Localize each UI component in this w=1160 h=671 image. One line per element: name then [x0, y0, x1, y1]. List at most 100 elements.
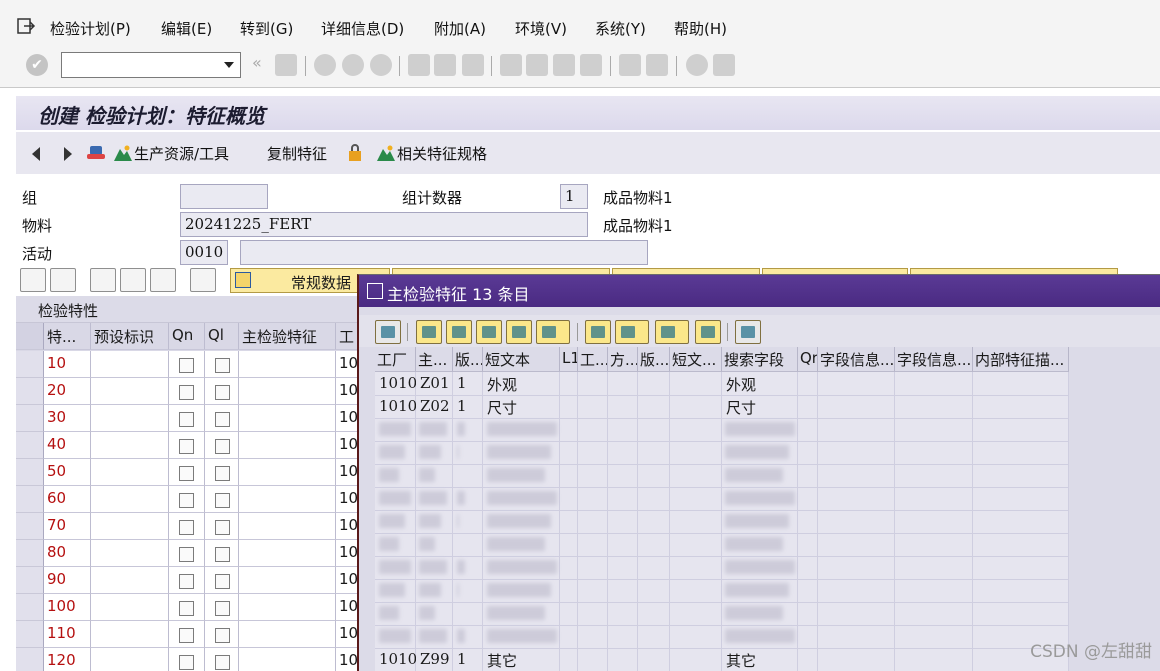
group-counter-field[interactable]: 1	[560, 184, 588, 209]
popup-col-header[interactable]: Qr	[798, 347, 818, 372]
popup-col-header[interactable]: 版...	[638, 347, 670, 372]
cancel-icon[interactable]	[370, 54, 392, 76]
group-field[interactable]	[180, 184, 268, 209]
table-row[interactable]: 10 10	[16, 351, 360, 378]
checkbox[interactable]	[179, 466, 194, 481]
mic-cell[interactable]	[239, 351, 336, 378]
menu-help[interactable]: 帮助(H)	[674, 18, 727, 39]
row-selector[interactable]	[16, 540, 44, 567]
ql-checkbox-cell[interactable]	[205, 540, 239, 567]
popup-col-header[interactable]: 工厂	[375, 347, 416, 372]
table-row[interactable]: 50 10	[16, 459, 360, 486]
chevron-down-icon[interactable]	[224, 62, 234, 68]
qn-checkbox-cell[interactable]	[169, 432, 205, 459]
popup-col-header[interactable]: 字段信息...	[895, 347, 973, 372]
popup-cell-ver[interactable]: 1	[455, 373, 483, 396]
shortcut-icon[interactable]	[646, 54, 668, 76]
ql-checkbox-cell[interactable]	[205, 459, 239, 486]
checkbox[interactable]	[179, 439, 194, 454]
popup-col-header[interactable]: 方...	[608, 347, 638, 372]
char-no-cell[interactable]: 60	[44, 486, 91, 513]
checkbox[interactable]	[179, 493, 194, 508]
col-header-char-no[interactable]: 特...	[44, 323, 91, 350]
related-spec-button[interactable]: 相关特征规格	[377, 143, 487, 164]
next-page-icon[interactable]	[553, 54, 575, 76]
filter-icon[interactable]	[536, 320, 570, 344]
popup-cell-search[interactable]: 其它	[724, 649, 798, 671]
row-selector[interactable]	[16, 513, 44, 540]
col-header-qn[interactable]: Qn	[169, 323, 205, 350]
table-row[interactable]: 90 10	[16, 567, 360, 594]
preset-cell[interactable]	[91, 648, 169, 671]
menu-inspection-plan[interactable]: 检验计划(P)	[50, 18, 131, 39]
checkbox[interactable]	[179, 547, 194, 562]
row-selector[interactable]	[16, 432, 44, 459]
exit-icon[interactable]	[342, 54, 364, 76]
print-icon[interactable]	[408, 54, 430, 76]
checkbox[interactable]	[215, 466, 230, 481]
popup-col-header[interactable]: 版...	[453, 347, 483, 372]
next-arrow-icon[interactable]	[64, 147, 72, 161]
checkbox[interactable]	[179, 358, 194, 373]
qn-checkbox-cell[interactable]	[169, 513, 205, 540]
table-row[interactable]: 100 10	[16, 594, 360, 621]
table-row[interactable]: 120 10	[16, 648, 360, 671]
details-icon[interactable]	[20, 268, 46, 292]
qn-checkbox-cell[interactable]	[169, 540, 205, 567]
menu-details[interactable]: 详细信息(D)	[321, 18, 404, 39]
previous-page-icon[interactable]	[526, 54, 548, 76]
popup-cell-ver[interactable]: 1	[455, 649, 483, 671]
ql-checkbox-cell[interactable]	[205, 621, 239, 648]
popup-col-header[interactable]: 搜索字段	[722, 347, 798, 372]
preset-cell[interactable]	[91, 567, 169, 594]
copy-characteristic-button[interactable]: 复制特征	[267, 143, 327, 164]
mic-cell[interactable]	[239, 486, 336, 513]
material-field[interactable]: 20241225_FERT	[180, 212, 588, 237]
char-no-cell[interactable]: 10	[44, 351, 91, 378]
qn-checkbox-cell[interactable]	[169, 648, 205, 671]
menu-goto[interactable]: 转到(G)	[240, 18, 293, 39]
spec-lock-icon[interactable]	[346, 144, 366, 162]
row-selector[interactable]	[16, 594, 44, 621]
copy-row-icon[interactable]	[150, 268, 176, 292]
print-preview-icon[interactable]	[585, 320, 611, 344]
production-resources-button[interactable]: 生产资源/工具	[114, 143, 229, 164]
preset-cell[interactable]	[91, 540, 169, 567]
ql-checkbox-cell[interactable]	[205, 594, 239, 621]
popup-cell-short[interactable]: 尺寸	[485, 396, 560, 419]
popup-col-header[interactable]: 内部特征描...	[973, 347, 1069, 372]
preset-cell[interactable]	[91, 432, 169, 459]
preset-cell[interactable]	[91, 351, 169, 378]
qn-checkbox-cell[interactable]	[169, 378, 205, 405]
qn-checkbox-cell[interactable]	[169, 594, 205, 621]
enter-check-icon[interactable]: ✔	[26, 54, 48, 76]
mic-cell[interactable]	[239, 378, 336, 405]
char-no-cell[interactable]: 30	[44, 405, 91, 432]
table-row[interactable]: 80 10	[16, 540, 360, 567]
row-selector[interactable]	[16, 405, 44, 432]
export-icon[interactable]	[655, 320, 689, 344]
help-icon[interactable]	[686, 54, 708, 76]
back-icon[interactable]	[314, 54, 336, 76]
find-next-icon[interactable]	[462, 54, 484, 76]
previous-arrow-icon[interactable]	[32, 147, 40, 161]
checkbox[interactable]	[179, 655, 194, 670]
table-row[interactable]: 70 10	[16, 513, 360, 540]
find-icon[interactable]	[476, 320, 502, 344]
last-page-icon[interactable]	[580, 54, 602, 76]
ql-checkbox-cell[interactable]	[205, 567, 239, 594]
checkbox[interactable]	[179, 601, 194, 616]
insert-row-icon[interactable]	[90, 268, 116, 292]
activity-description-field[interactable]	[240, 240, 648, 265]
checkbox[interactable]	[179, 385, 194, 400]
checkbox[interactable]	[215, 547, 230, 562]
qn-checkbox-cell[interactable]	[169, 459, 205, 486]
popup-col-header[interactable]: 主...	[416, 347, 453, 372]
mic-cell[interactable]	[239, 621, 336, 648]
popup-col-header[interactable]: 工...	[578, 347, 608, 372]
popup-cell-search[interactable]: 尺寸	[724, 396, 798, 419]
ql-checkbox-cell[interactable]	[205, 378, 239, 405]
ql-checkbox-cell[interactable]	[205, 432, 239, 459]
popup-cell-mic[interactable]: Z99	[418, 649, 453, 671]
mic-cell[interactable]	[239, 648, 336, 671]
